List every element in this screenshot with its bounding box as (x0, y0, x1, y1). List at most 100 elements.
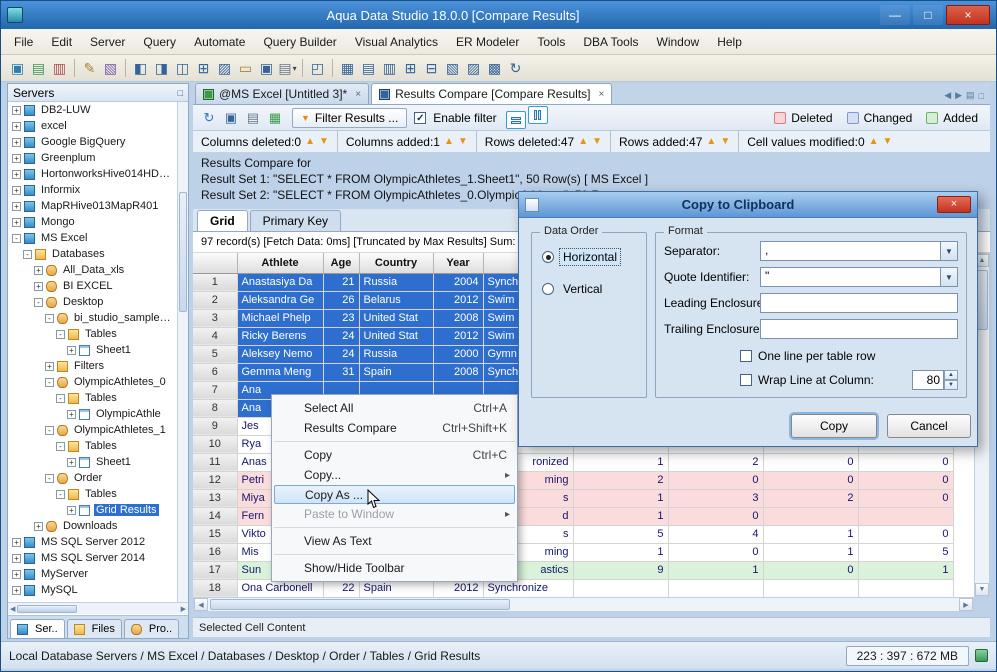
export-results-icon[interactable]: ▦ (265, 108, 285, 127)
tree-item-desktop[interactable]: - Desktop (8, 294, 177, 310)
menu-file[interactable]: File (5, 32, 42, 52)
tree-item-grid-results[interactable]: + Grid Results (8, 502, 177, 518)
menu-er-modeler[interactable]: ER Modeler (447, 32, 528, 52)
cell[interactable]: Belarus (359, 291, 434, 310)
cell[interactable]: 26 (323, 291, 360, 310)
menu-item-view-as-text[interactable]: View As Text (272, 531, 517, 551)
expand-icon[interactable]: + (67, 457, 76, 467)
row-number[interactable]: 1 (193, 273, 238, 292)
row-number[interactable]: 4 (193, 327, 238, 346)
next-difference-icon[interactable]: ▼ (319, 136, 329, 147)
column-header-country[interactable]: Country (359, 253, 434, 274)
cell[interactable] (763, 579, 859, 597)
expand-icon[interactable]: + (12, 217, 21, 227)
grid-filter-icon[interactable]: ▧ (442, 58, 463, 78)
cell[interactable]: 2 (668, 453, 764, 472)
chart-icon[interactable]: ▨ (214, 58, 235, 78)
cell[interactable]: Michael Phelp (237, 309, 324, 328)
tree-item-hortonworkshive014hdp22[interactable]: + HortonworksHive014HDP22 (8, 166, 177, 182)
close-button[interactable]: × (946, 5, 990, 25)
row-number[interactable]: 13 (193, 489, 238, 508)
tree-item-order[interactable]: - Order (8, 470, 177, 486)
cell[interactable]: 0 (668, 471, 764, 490)
tree-item-ms-excel[interactable]: - MS Excel (8, 230, 177, 246)
row-number[interactable]: 14 (193, 507, 238, 526)
cell[interactable]: 0 (763, 471, 859, 490)
cell[interactable]: 23 (323, 309, 360, 328)
disconnect-server-icon[interactable]: ▥ (49, 58, 70, 78)
cell[interactable]: 0 (763, 453, 859, 472)
save-file-icon[interactable]: ▣ (256, 58, 277, 78)
tree-item-downloads[interactable]: + Downloads (8, 518, 177, 534)
expand-icon[interactable]: + (12, 137, 21, 147)
menu-item-copy[interactable]: Copy... ▸ (272, 465, 517, 485)
row-number[interactable]: 3 (193, 309, 238, 328)
cell[interactable]: 0 (858, 471, 954, 490)
expand-icon[interactable]: + (12, 537, 21, 547)
menu-edit[interactable]: Edit (42, 32, 81, 52)
collapse-icon[interactable]: - (56, 393, 65, 403)
grid-import-icon[interactable]: ⊟ (421, 58, 442, 78)
row-number[interactable]: 11 (193, 453, 238, 472)
grid-export-icon[interactable]: ⊞ (400, 58, 421, 78)
tree-item-mongo[interactable]: + Mongo (8, 214, 177, 230)
panel-float-icon[interactable]: □ (178, 88, 183, 98)
cell[interactable]: 1 (573, 543, 669, 562)
cell[interactable]: United Stat (359, 327, 434, 346)
tab-primary-key[interactable]: Primary Key (249, 210, 342, 231)
open-file-icon[interactable]: ▭ (235, 58, 256, 78)
scroll-right-icon[interactable]: ▶ (959, 598, 973, 611)
tree-item-databases[interactable]: - Databases (8, 246, 177, 262)
tree-item-sheet1[interactable]: + Sheet1 (8, 454, 177, 470)
cell[interactable]: Ricky Berens (237, 327, 324, 346)
menu-item-show-hide-toolbar[interactable]: Show/Hide Toolbar (272, 558, 517, 578)
row-number[interactable]: 12 (193, 471, 238, 490)
scrollbar-thumb[interactable] (179, 192, 187, 312)
grid-sort-icon[interactable]: ▨ (463, 58, 484, 78)
expand-icon[interactable]: + (12, 201, 21, 211)
tree-item-ms-sql-server-2012[interactable]: + MS SQL Server 2012 (8, 534, 177, 550)
row-number[interactable]: 16 (193, 543, 238, 562)
cell[interactable] (668, 579, 764, 597)
chevron-down-icon[interactable]: ▼ (940, 268, 957, 286)
expand-icon[interactable]: + (34, 265, 43, 275)
column-header-athlete[interactable]: Athlete (237, 253, 324, 274)
collapse-icon[interactable]: - (56, 441, 65, 451)
tree-item-sheet1[interactable]: + Sheet1 (8, 342, 177, 358)
cell[interactable]: Gemma Meng (237, 363, 324, 382)
cell[interactable]: 9 (573, 561, 669, 580)
tree-item-bi-studio-sample-da[interactable]: - bi_studio_sample_da (8, 310, 177, 326)
separator-combobox[interactable]: , ▼ (760, 241, 958, 261)
cell[interactable] (858, 579, 954, 597)
cell[interactable]: 4 (668, 525, 764, 544)
panel-tab-files[interactable]: Files (66, 619, 122, 638)
tree-item-filters[interactable]: + Filters (8, 358, 177, 374)
cell[interactable]: 5 (573, 525, 669, 544)
menu-dba-tools[interactable]: DBA Tools (574, 32, 647, 52)
cell[interactable]: 5 (858, 543, 954, 562)
expand-icon[interactable]: + (12, 585, 21, 595)
wrap-line-checkbox[interactable] (740, 374, 752, 386)
collapse-icon[interactable]: - (56, 489, 65, 499)
scrollbar-thumb[interactable] (17, 604, 78, 613)
close-tab-icon[interactable]: × (598, 89, 604, 100)
cell[interactable] (763, 507, 859, 526)
cell[interactable]: 2012 (433, 327, 484, 346)
wrap-column-spinner[interactable]: 80 ▲ ▼ (912, 370, 958, 390)
row-number[interactable]: 15 (193, 525, 238, 544)
menu-query[interactable]: Query (134, 32, 185, 52)
expand-icon[interactable]: + (34, 281, 43, 291)
scroll-left-icon[interactable]: ◀ (8, 605, 17, 613)
cell[interactable]: 1 (858, 561, 954, 580)
menu-window[interactable]: Window (648, 32, 709, 52)
cell[interactable]: Aleksey Nemo (237, 345, 324, 364)
grid-view-icon[interactable]: ▦ (337, 58, 358, 78)
tab-list-icon[interactable]: ▤ (966, 90, 975, 101)
cell[interactable]: Russia (359, 345, 434, 364)
grid-refresh-icon[interactable]: ↻ (505, 58, 526, 78)
cell[interactable]: 24 (323, 345, 360, 364)
result-split-icon[interactable]: ◨ (151, 58, 172, 78)
row-number[interactable]: 2 (193, 291, 238, 310)
tree-item-tables[interactable]: - Tables (8, 486, 177, 502)
expand-icon[interactable]: + (12, 121, 21, 131)
